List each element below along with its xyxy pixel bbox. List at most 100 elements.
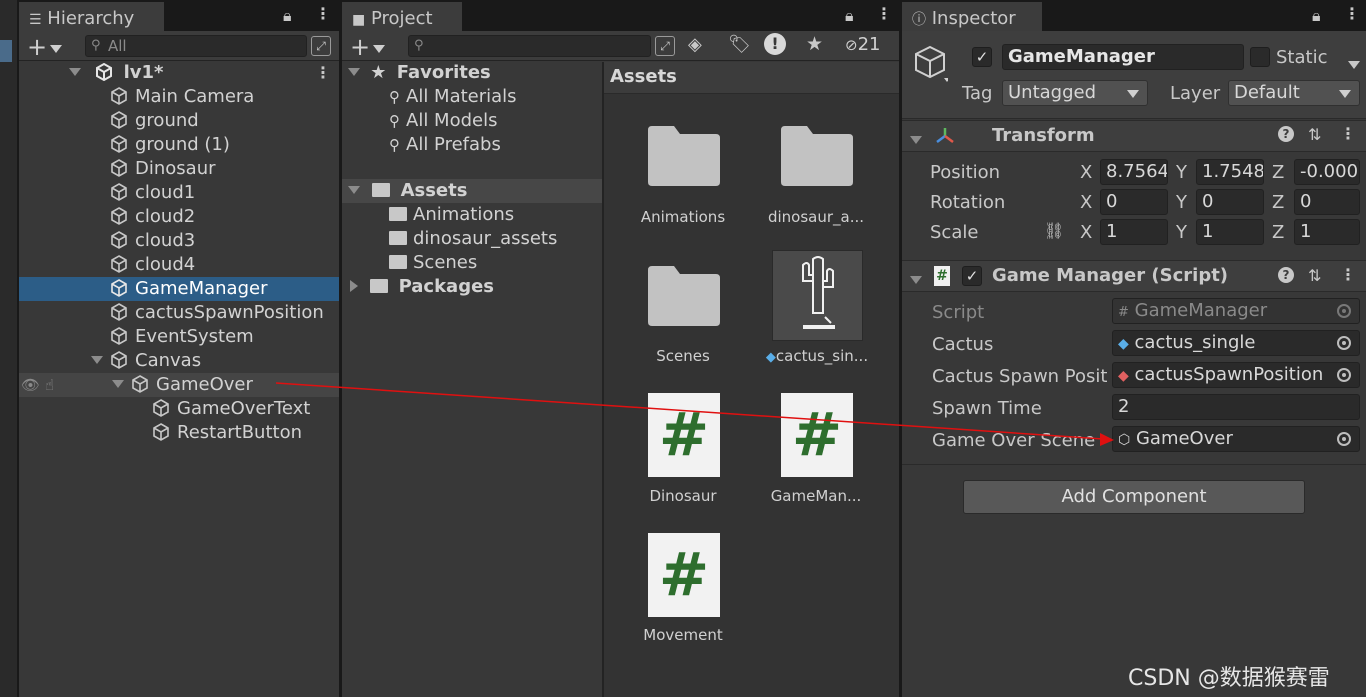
tree-item-restartbutton[interactable]: RestartButton xyxy=(151,421,302,445)
scale-y-label[interactable]: Y xyxy=(1176,222,1187,243)
collapse-arrow-icon[interactable] xyxy=(350,280,358,292)
scale-x-label[interactable]: X xyxy=(1080,222,1092,243)
expand-arrow-icon[interactable] xyxy=(91,356,103,364)
position-y-label[interactable]: Y xyxy=(1176,162,1187,183)
component-menu-icon[interactable]: ⋮ xyxy=(1340,124,1356,143)
rotation-x-label[interactable]: X xyxy=(1080,192,1092,213)
expand-arrow-icon[interactable] xyxy=(69,68,81,76)
rotation-y-input[interactable]: 0 xyxy=(1196,189,1264,215)
tree-item-eventsystem[interactable]: EventSystem xyxy=(109,325,254,349)
rotation-z-input[interactable]: 0 xyxy=(1294,189,1360,215)
tab-project[interactable]: ■ Project xyxy=(342,2,462,31)
favorites-header[interactable]: ★ Favorites xyxy=(348,61,491,85)
rotation-z-label[interactable]: Z xyxy=(1272,192,1284,213)
rotation-x-input[interactable]: 0 xyxy=(1100,189,1168,215)
scene-visibility-icon[interactable]: ⤢ xyxy=(311,36,331,56)
help-icon[interactable]: ? xyxy=(1278,267,1294,283)
tree-item-gameovertext[interactable]: GameOverText xyxy=(151,397,310,421)
lock-icon[interactable]: 🔒︎ xyxy=(1312,6,1321,26)
tab-hierarchy[interactable]: ☰ Hierarchy xyxy=(19,2,164,31)
project-search-input[interactable]: ⚲ xyxy=(408,35,651,57)
constrain-proportions-link-icon[interactable]: ⛓︎ xyxy=(1044,221,1064,240)
object-picker-icon[interactable] xyxy=(1337,432,1351,446)
kebab-menu-icon[interactable]: ⋮ xyxy=(315,4,331,23)
create-button[interactable]: + xyxy=(27,33,63,61)
tag-dropdown[interactable]: Untagged xyxy=(1002,80,1148,106)
game-over-scene-field[interactable]: ⬡ GameOver xyxy=(1112,426,1360,452)
object-picker-icon[interactable] xyxy=(1337,368,1351,382)
pickability-hand-icon[interactable]: ☝︎ xyxy=(45,376,54,394)
hierarchy-search-input[interactable]: ⚲ All xyxy=(85,35,307,57)
expand-arrow-icon[interactable] xyxy=(348,186,360,194)
scale-y-input[interactable]: 1 xyxy=(1196,219,1264,245)
spawn-time-input[interactable]: 2 xyxy=(1112,394,1360,420)
tree-item-gamemanager[interactable]: GameManager xyxy=(109,277,268,301)
folder-dinosaur-assets[interactable]: dinosaur_assets xyxy=(389,227,557,251)
tree-item-ground[interactable]: ground xyxy=(109,109,199,133)
folder-animations[interactable]: Animations xyxy=(389,203,514,227)
position-x-input[interactable]: 8.7564 xyxy=(1100,159,1168,185)
asset-script-movement-icon[interactable]: # xyxy=(648,533,720,617)
asset-script-gamemanager-icon[interactable]: # xyxy=(781,393,853,477)
cactus-object-field[interactable]: ◆ cactus_single xyxy=(1112,330,1360,356)
tree-item-canvas[interactable]: Canvas xyxy=(91,349,201,373)
lock-icon[interactable]: 🔒︎ xyxy=(845,6,854,26)
static-checkbox[interactable] xyxy=(1250,47,1270,67)
search-scope-icon[interactable]: ⤢ xyxy=(655,36,675,56)
script-enabled-checkbox[interactable]: ✓ xyxy=(962,266,982,286)
static-dropdown-arrow-icon[interactable] xyxy=(1348,56,1360,76)
cactus-spawn-position-field[interactable]: ◆ cactusSpawnPosition xyxy=(1112,362,1360,388)
tree-item-dinosaur[interactable]: Dinosaur xyxy=(109,157,216,181)
kebab-menu-icon[interactable]: ⋮ xyxy=(876,4,892,23)
tree-item-cloud2[interactable]: cloud2 xyxy=(109,205,195,229)
presets-icon[interactable]: ⇅ xyxy=(1308,125,1321,144)
asset-breadcrumb[interactable]: Assets xyxy=(610,66,677,87)
transform-header[interactable] xyxy=(902,120,1366,152)
add-component-button[interactable]: Add Component xyxy=(963,480,1305,514)
active-checkbox[interactable]: ✓ xyxy=(972,47,992,67)
object-picker-icon[interactable] xyxy=(1337,336,1351,350)
component-menu-icon[interactable]: ⋮ xyxy=(1340,265,1356,284)
visibility-eye-icon[interactable]: 👁︎ xyxy=(21,376,40,394)
layer-dropdown[interactable]: Default xyxy=(1228,80,1360,106)
create-button[interactable]: + xyxy=(350,33,386,61)
asset-script-dinosaur-icon[interactable]: # xyxy=(648,393,720,477)
scene-root-row[interactable]: lv1* xyxy=(69,61,163,85)
favorite-all-materials[interactable]: ⚲ All Materials xyxy=(389,85,517,109)
filter-by-label-icon[interactable]: 🏷︎ xyxy=(728,34,751,55)
expand-arrow-icon[interactable] xyxy=(112,380,124,388)
tree-item-main-camera[interactable]: Main Camera xyxy=(109,85,254,109)
asset-folder-dinosaur-icon[interactable] xyxy=(781,126,853,186)
script-collapse-arrow-icon[interactable] xyxy=(910,271,922,291)
rotation-y-label[interactable]: Y xyxy=(1176,192,1187,213)
favorite-all-models[interactable]: ⚲ All Models xyxy=(389,109,497,133)
tree-item-ground-1[interactable]: ground (1) xyxy=(109,133,230,157)
position-z-input[interactable]: -0.000 xyxy=(1294,159,1360,185)
lock-icon[interactable]: 🔒︎ xyxy=(283,6,292,26)
help-icon[interactable]: ? xyxy=(1278,126,1294,142)
asset-folder-animations-icon[interactable] xyxy=(648,126,720,186)
tree-item-gameover[interactable]: GameOver xyxy=(112,373,253,397)
scale-z-input[interactable]: 1 xyxy=(1294,219,1360,245)
tree-item-cactus-spawn-position[interactable]: cactusSpawnPosition xyxy=(109,301,324,325)
asset-folder-scenes-icon[interactable] xyxy=(648,266,720,326)
warning-filter-icon[interactable]: ! xyxy=(764,33,786,55)
position-y-input[interactable]: 1.7548 xyxy=(1196,159,1264,185)
filter-by-type-icon[interactable]: ◈ xyxy=(688,34,702,55)
scene-menu-icon[interactable]: ⋮ xyxy=(315,63,331,82)
folder-scenes[interactable]: Scenes xyxy=(389,251,477,275)
favorite-star-icon[interactable]: ★ xyxy=(806,33,823,55)
object-name-input[interactable]: GameManager xyxy=(1002,44,1244,70)
tab-inspector[interactable]: ⓘ Inspector xyxy=(902,2,1042,31)
scale-x-input[interactable]: 1 xyxy=(1100,219,1168,245)
tree-item-cloud1[interactable]: cloud1 xyxy=(109,181,195,205)
presets-icon[interactable]: ⇅ xyxy=(1308,266,1321,285)
hidden-packages-toggle[interactable]: ⊘21 xyxy=(845,34,880,55)
asset-cactus-prefab-thumbnail[interactable] xyxy=(772,250,863,341)
expand-arrow-icon[interactable] xyxy=(348,68,360,76)
kebab-menu-icon[interactable]: ⋮ xyxy=(1344,4,1360,23)
position-z-label[interactable]: Z xyxy=(1272,162,1284,183)
assets-folder-row[interactable]: Assets xyxy=(348,179,467,203)
tree-item-cloud3[interactable]: cloud3 xyxy=(109,229,195,253)
scale-z-label[interactable]: Z xyxy=(1272,222,1284,243)
